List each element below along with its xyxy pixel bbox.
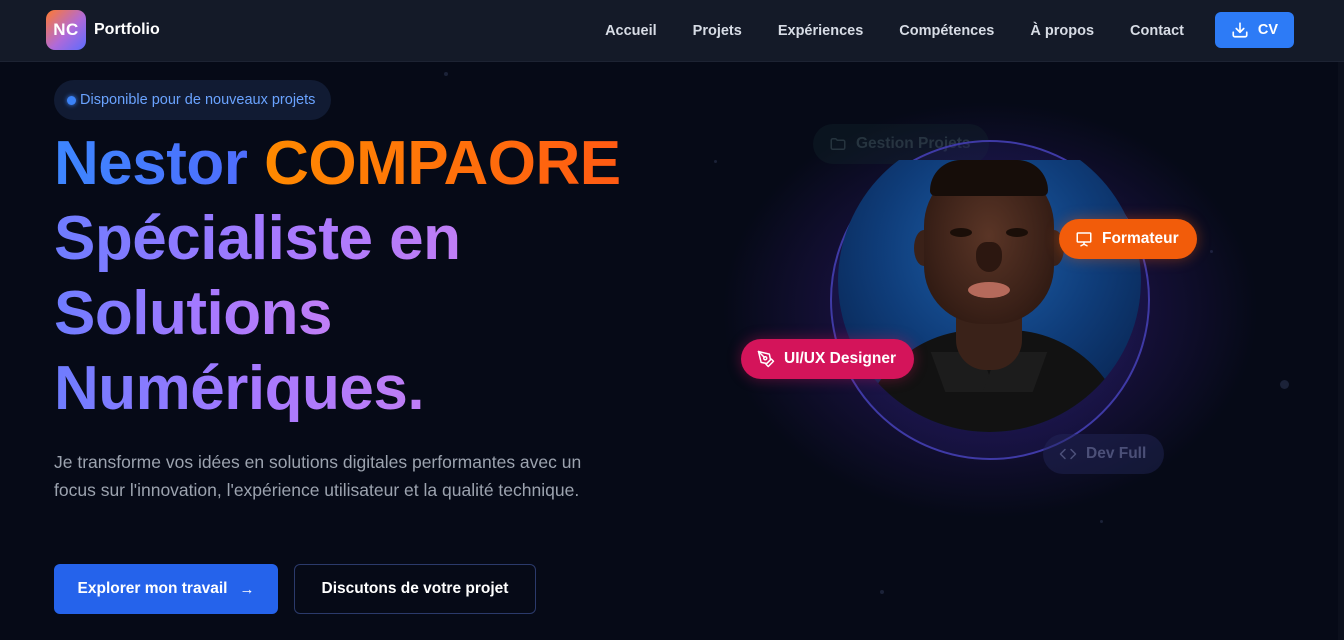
hero-title: Nestor COMPAORE Spécialiste en Solutions…	[54, 126, 621, 426]
nav-link-accueil[interactable]: Accueil	[605, 23, 657, 39]
decorative-dot	[880, 590, 884, 594]
photo-hair	[930, 160, 1048, 196]
presentation-icon	[1076, 232, 1092, 247]
brand-name[interactable]: Portfolio	[94, 21, 160, 39]
photo-background	[838, 160, 1141, 432]
explore-work-label: Explorer mon travail	[77, 580, 228, 597]
nav-link-a-propos[interactable]: À propos	[1030, 23, 1094, 39]
download-icon	[1232, 22, 1248, 38]
scrollbar[interactable]	[1338, 62, 1344, 640]
decorative-dot	[1280, 380, 1289, 389]
explore-work-button[interactable]: Explorer mon travail →	[54, 564, 278, 614]
photo-lips	[968, 282, 1010, 298]
hero-description: Je transforme vos idées en solutions dig…	[54, 452, 582, 500]
pen-tool-icon	[757, 350, 775, 368]
hero-name-line: Nestor COMPAORE	[54, 126, 621, 201]
first-name: Nestor	[54, 129, 248, 198]
tag-formateur: Formateur	[1059, 219, 1197, 259]
tag-devfull-label: Dev Full	[1086, 445, 1147, 462]
status-dot-icon	[67, 95, 76, 105]
arrow-right-icon: →	[239, 580, 255, 598]
tagline-line-1: Spécialiste en	[54, 201, 461, 276]
profile-photo	[838, 160, 1141, 432]
folder-icon	[830, 138, 846, 150]
discuss-project-button[interactable]: Discutons de votre projet	[294, 564, 536, 614]
tag-uiux-designer: UI/UX Designer	[741, 339, 914, 379]
availability-text: Disponible pour de nouveaux projets	[80, 92, 316, 108]
nav-link-projets[interactable]: Projets	[693, 23, 742, 39]
top-navbar: NC Portfolio Accueil Projets Expériences…	[0, 0, 1344, 62]
logo[interactable]: NC	[46, 10, 86, 50]
tag-uiux-label: UI/UX Designer	[784, 350, 896, 367]
tagline-line-3: Numériques.	[54, 351, 425, 426]
code-icon	[1059, 448, 1077, 460]
photo-eye	[1006, 228, 1028, 237]
decorative-dot	[1100, 520, 1103, 523]
cv-download-button[interactable]: CV	[1215, 12, 1294, 48]
nav-link-competences[interactable]: Compétences	[899, 23, 994, 39]
nav-link-experiences[interactable]: Expériences	[778, 23, 863, 39]
decorative-dot	[714, 160, 717, 163]
brand[interactable]: NC Portfolio	[46, 10, 160, 50]
nav-links: Accueil Projets Expériences Compétences …	[605, 0, 1184, 62]
photo-nose	[976, 242, 1002, 272]
nav-link-contact[interactable]: Contact	[1130, 23, 1184, 39]
availability-badge: Disponible pour de nouveaux projets	[54, 80, 332, 120]
discuss-project-label: Discutons de votre projet	[321, 580, 509, 597]
tag-dev-full: Dev Full	[1043, 434, 1165, 474]
photo-eye	[950, 228, 972, 237]
last-name: COMPAORE	[264, 129, 621, 198]
decorative-dot	[444, 72, 448, 76]
tagline-line-2: Solutions	[54, 276, 332, 351]
cv-label: CV	[1257, 22, 1279, 38]
tag-formateur-label: Formateur	[1102, 230, 1179, 247]
